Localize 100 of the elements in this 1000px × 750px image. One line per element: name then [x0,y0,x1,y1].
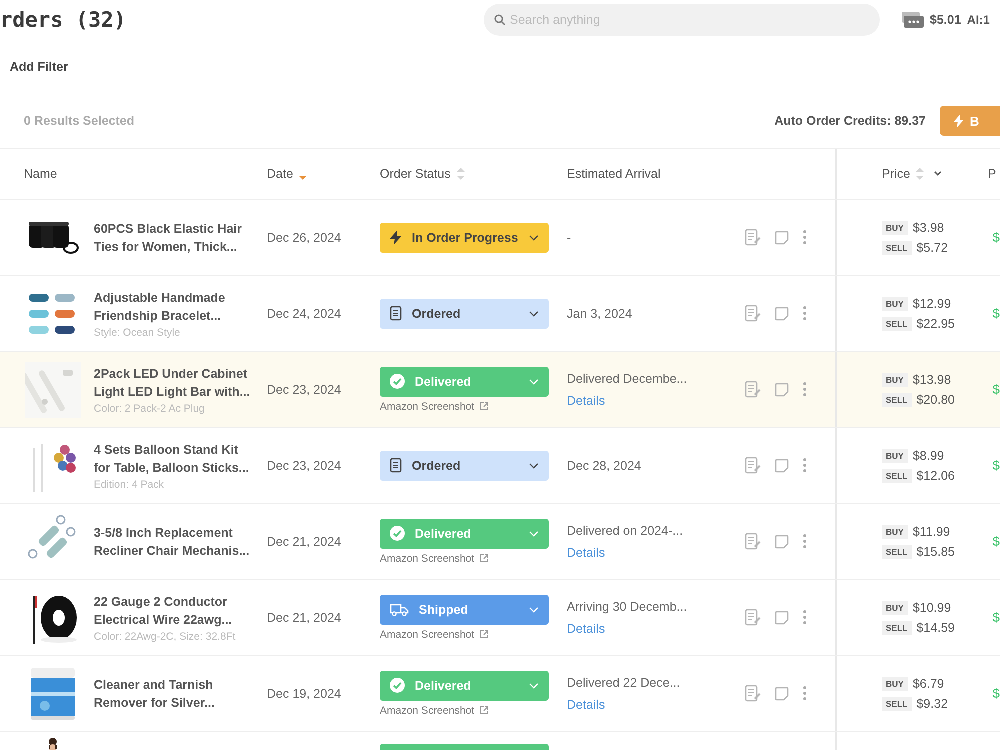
buy-tag: BUY [882,676,908,690]
sell-price: $22.95 [916,316,955,330]
note-icon[interactable] [775,382,789,396]
document-edit-icon[interactable] [745,229,761,246]
table-row[interactable]: 3-5/8 Inch Replacement Recliner Chair Mechanis... Dec 21, 2024 Delivered Amazon Screenshot Delivered on 2024-... Details BUY $11.99 SELL $15.85 $ [0,504,1000,580]
note-icon[interactable] [775,686,789,700]
chevron-down-icon [529,310,539,316]
sell-tag: SELL [882,696,912,710]
sell-tag: SELL [882,240,912,254]
selected-count: 0 Results Selected [24,114,134,128]
document-edit-icon[interactable] [745,609,761,626]
buy-price: $12.99 [912,296,952,310]
lightning-icon [390,230,402,244]
buy-tag: BUY [882,296,908,310]
note-icon[interactable] [775,306,789,320]
more-icon[interactable] [803,382,807,397]
table-row[interactable]: 4 Sets Balloon Stand Kit for Table, Balloon Sticks... Edition: 4 Pack Dec 23, 2024 Ordered Dec 28, 2024 BUY $8.99 SELL $12.06 $ [0,428,1000,504]
more-icon[interactable] [803,230,807,245]
arrival-text: Jan 3, 2024 [567,306,634,320]
column-header[interactable]: Price [882,167,910,181]
chevron-down-icon [529,378,539,384]
ai-credits: AI:1 [967,13,990,27]
product-name[interactable]: Adjustable Handmade Friendship Bracelet... [94,288,255,324]
external-link-icon [480,706,489,715]
product-name[interactable]: 3-5/8 Inch Replacement Recliner Chair Mechanis... [94,524,255,560]
more-icon[interactable] [803,534,807,549]
product-variant: Color: 2 Pack-2 Ac Plug [94,402,206,414]
note-icon[interactable] [775,610,789,624]
table-row[interactable]: 22 Gauge 2 Conductor Electrical Wire 22awg... Color: 22Awg-2C, Size: 32.8Ft Dec 21, 2024 Shipped Amazon Screenshot Arriving 30 Decemb... Details BUY $10.99 SELL $14.59 $ [0,580,1000,656]
profit-amount: $ [992,534,1000,549]
screenshot-link[interactable]: Amazon Screenshot [380,628,489,640]
buy-price: $13.98 [912,372,952,386]
sell-price: $15.85 [916,544,955,558]
column-header[interactable]: Estimated Arrival [567,167,661,181]
sort-icon[interactable] [916,168,924,180]
document-edit-icon[interactable] [745,533,761,550]
sell-tag: SELL [882,316,912,330]
buy-price: $8.99 [912,448,944,462]
document-edit-icon[interactable] [745,381,761,398]
buy-price: $10.99 [912,600,952,614]
buy-tag: BUY [882,220,908,234]
more-icon[interactable] [803,610,807,625]
sell-price: $9.32 [916,696,948,710]
status-dropdown[interactable]: Ordered [380,298,549,328]
order-date: Dec 19, 2024 [267,686,342,700]
table-row[interactable]: 2Pack LED Under Cabinet Light LED Light Bar with... Color: 2 Pack-2 Ac Plug Dec 23, 2024 Delivered Amazon Screenshot Delivered Decembe... Details BUY $13.98 SELL $20.80 $ [0,352,1000,428]
truck-icon [390,602,409,616]
note-icon[interactable] [775,458,789,472]
document-edit-icon[interactable] [745,305,761,322]
profit-amount: $ [992,306,1000,321]
check-circle-icon [390,678,405,693]
screenshot-link[interactable]: Amazon Screenshot [380,704,489,716]
sell-tag: SELL [882,544,912,558]
status-dropdown[interactable]: In Order Progress [380,222,549,252]
more-icon[interactable] [803,686,807,701]
product-name[interactable]: 2Pack LED Under Cabinet Light LED Light Bar with... [94,364,255,400]
chevron-down-icon [529,462,539,468]
column-header[interactable]: Name [24,167,58,181]
add-filter-button[interactable]: Add Filter [10,60,68,74]
chevron-down-icon [529,530,539,536]
table-row[interactable]: Cleaner and Tarnish Remover for Silver... Dec 19, 2024 Delivered Amazon Screenshot Delivered 22 Dece... Details BUY $6.79 SELL $9.32 $ [0,656,1000,732]
buy-tag: BUY [882,524,908,538]
sell-price: $5.72 [916,240,948,254]
document-edit-icon[interactable] [745,457,761,474]
arrival-text: Arriving 30 Decemb... [567,600,688,614]
screenshot-link[interactable]: Amazon Screenshot [380,400,489,412]
more-icon[interactable] [803,458,807,473]
product-name[interactable]: 4 Sets Balloon Stand Kit for Table, Balloon Sticks... [94,440,255,476]
product-variant: Color: 22Awg-2C, Size: 32.8Ft [94,630,237,642]
buy-price: $6.79 [912,676,944,690]
sort-icon[interactable] [456,168,465,180]
sell-price: $14.59 [916,620,955,634]
buy-tag: BUY [882,448,908,462]
screenshot-link[interactable]: Amazon Screenshot [380,552,489,564]
wallet-icon [902,12,924,28]
order-date: Dec 21, 2024 [267,610,342,624]
status-dropdown[interactable]: Ordered [380,450,549,480]
buy-price: $3.98 [912,220,944,234]
more-icon[interactable] [803,306,807,321]
external-link-icon [480,554,489,563]
profit-amount: $ [992,230,1000,245]
product-variant: Edition: 4 Pack [94,478,166,490]
column-header[interactable]: Date [267,167,294,181]
column-header[interactable]: P [988,167,996,181]
note-icon[interactable] [775,230,789,244]
document-edit-icon[interactable] [745,685,761,702]
clipboard-icon [390,306,402,321]
table-row[interactable]: 60PCS Black Elastic Hair Ties for Women, Thick... Dec 26, 2024 In Order Progress - BUY $3.98 SELL $5.72 $ [0,200,1000,276]
profit-amount: $ [992,610,1000,625]
note-icon[interactable] [775,534,789,548]
chevron-down-icon[interactable] [934,171,942,177]
sell-tag: SELL [882,468,912,482]
profit-amount: $ [992,458,1000,473]
product-name[interactable]: Cleaner and Tarnish Remover for Silver... [94,676,255,712]
profit-amount: $ [992,382,1000,397]
column-header[interactable]: Order Status [380,167,451,181]
product-name[interactable]: 60PCS Black Elastic Hair Ties for Women, Thick... [94,220,255,256]
order-date: Dec 23, 2024 [267,458,342,472]
chevron-down-icon [529,234,539,240]
product-name[interactable]: 22 Gauge 2 Conductor Electrical Wire 22awg... [94,592,255,628]
